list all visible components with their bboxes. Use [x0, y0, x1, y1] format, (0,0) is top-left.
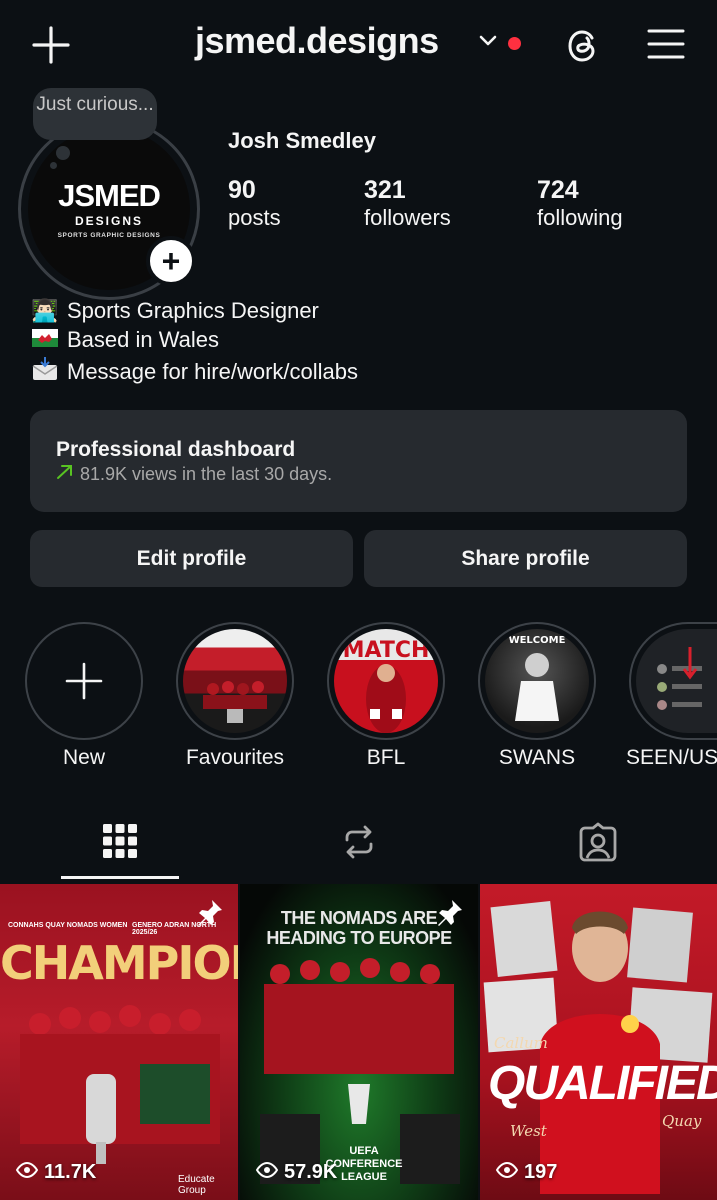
full-name: Josh Smedley — [228, 128, 376, 153]
post-views-count: 57.9K — [284, 1161, 338, 1183]
post-sponsor: Educate Group — [178, 1174, 215, 1196]
pinned-icon — [434, 898, 464, 933]
following-stat[interactable]: 724 following — [537, 176, 623, 231]
following-label: following — [537, 205, 623, 230]
note-bubble-tail — [56, 146, 70, 160]
edit-profile-button[interactable]: Edit profile — [30, 530, 353, 587]
posts-stat[interactable]: 90 posts — [228, 176, 281, 231]
grid-tab-icon[interactable] — [102, 823, 138, 864]
posts-count: 90 — [228, 176, 256, 204]
dashboard-views-text: 81.9K views in the last 30 days. — [80, 464, 333, 484]
reposts-tab-icon[interactable] — [340, 823, 378, 866]
followers-stat[interactable]: 321 followers — [364, 176, 451, 231]
highlight-label: Favourites — [185, 746, 285, 769]
bio-line: Based in Wales — [31, 327, 219, 353]
trend-up-icon — [56, 464, 74, 485]
eye-icon — [255, 1161, 279, 1184]
highlight-seen-us[interactable] — [629, 622, 717, 740]
envelope-arrow-icon — [31, 357, 59, 387]
highlight-cover — [183, 629, 287, 733]
create-icon[interactable] — [32, 26, 70, 69]
profile-note[interactable]: Just curious... — [33, 88, 157, 140]
post-views: 11.7K — [15, 1161, 97, 1184]
active-tab-indicator — [61, 876, 179, 879]
highlight-favourites[interactable] — [176, 622, 294, 740]
bio-text: Message for hire/work/collabs — [67, 359, 359, 384]
logo-sub-text: DESIGNS — [74, 213, 143, 228]
logo-main-text: JSMED — [58, 177, 161, 213]
post-script-text: Quay — [662, 1112, 702, 1130]
bio-text: Based in Wales — [67, 327, 220, 352]
highlight-swans[interactable]: WELCOME — [478, 622, 596, 740]
highlight-label: SEEN/US — [626, 746, 717, 769]
bio-line: Message for hire/work/collabs — [31, 357, 358, 387]
post-tile[interactable]: THE NOMADS ARE HEADING TO EUROPE UEFA CO… — [240, 884, 478, 1200]
share-profile-button[interactable]: Share profile — [364, 530, 687, 587]
post-views: 57.9K — [255, 1161, 338, 1184]
highlight-bfl[interactable]: MATCH — [327, 622, 445, 740]
following-count: 724 — [537, 176, 579, 204]
post-title: QUALIFIED — [488, 1057, 717, 1110]
svg-text:MATCH: MATCH — [343, 638, 430, 663]
post-tile[interactable]: Callum West Quay QUALIFIED 197 — [480, 884, 717, 1200]
highlight-label: SWANS — [498, 746, 576, 769]
post-script-text: Callum — [494, 1034, 548, 1052]
chevron-down-icon[interactable] — [478, 34, 498, 53]
note-bubble-tail-small — [50, 162, 57, 169]
followers-label: followers — [364, 205, 451, 230]
bio-text: Sports Graphics Designer — [67, 298, 319, 323]
eye-icon — [15, 1161, 39, 1184]
eye-icon — [495, 1161, 519, 1184]
post-views-count: 197 — [524, 1161, 558, 1183]
plus-icon — [27, 624, 141, 738]
highlight-cover: MATCH — [334, 629, 438, 733]
highlight-new[interactable] — [25, 622, 143, 740]
svg-text:WELCOME: WELCOME — [509, 635, 566, 646]
logo-tagline: SPORTS GRAPHIC DESIGNS — [57, 231, 161, 239]
post-tile[interactable]: CONNAHS QUAY NOMADS WOMEN GENERO ADRAN N… — [0, 884, 238, 1200]
laptop-person-icon: 👨🏻‍💻 — [31, 298, 59, 323]
highlight-label: BFL — [366, 746, 406, 769]
dashboard-subtitle: 81.9K views in the last 30 days. — [56, 464, 332, 485]
posts-label: posts — [228, 205, 281, 230]
profile-username[interactable]: jsmed.designs — [195, 20, 439, 62]
menu-icon[interactable] — [647, 28, 685, 65]
post-views: 197 — [495, 1161, 558, 1184]
highlight-cover: WELCOME — [485, 629, 589, 733]
highlight-label: New — [62, 746, 105, 769]
notification-dot — [508, 37, 521, 50]
pinned-icon — [194, 898, 224, 933]
dashboard-title: Professional dashboard — [56, 438, 296, 461]
threads-icon[interactable] — [566, 26, 602, 71]
post-views-count: 11.7K — [44, 1161, 97, 1183]
wales-flag-icon — [31, 327, 59, 353]
highlight-cover — [636, 629, 717, 733]
followers-count: 321 — [364, 176, 406, 204]
tagged-tab-icon[interactable] — [577, 822, 619, 869]
plus-icon: + — [161, 243, 181, 279]
post-script-text: West — [510, 1122, 547, 1140]
add-story-button[interactable]: + — [146, 236, 196, 286]
bio-line: 👨🏻‍💻 Sports Graphics Designer — [31, 298, 319, 324]
